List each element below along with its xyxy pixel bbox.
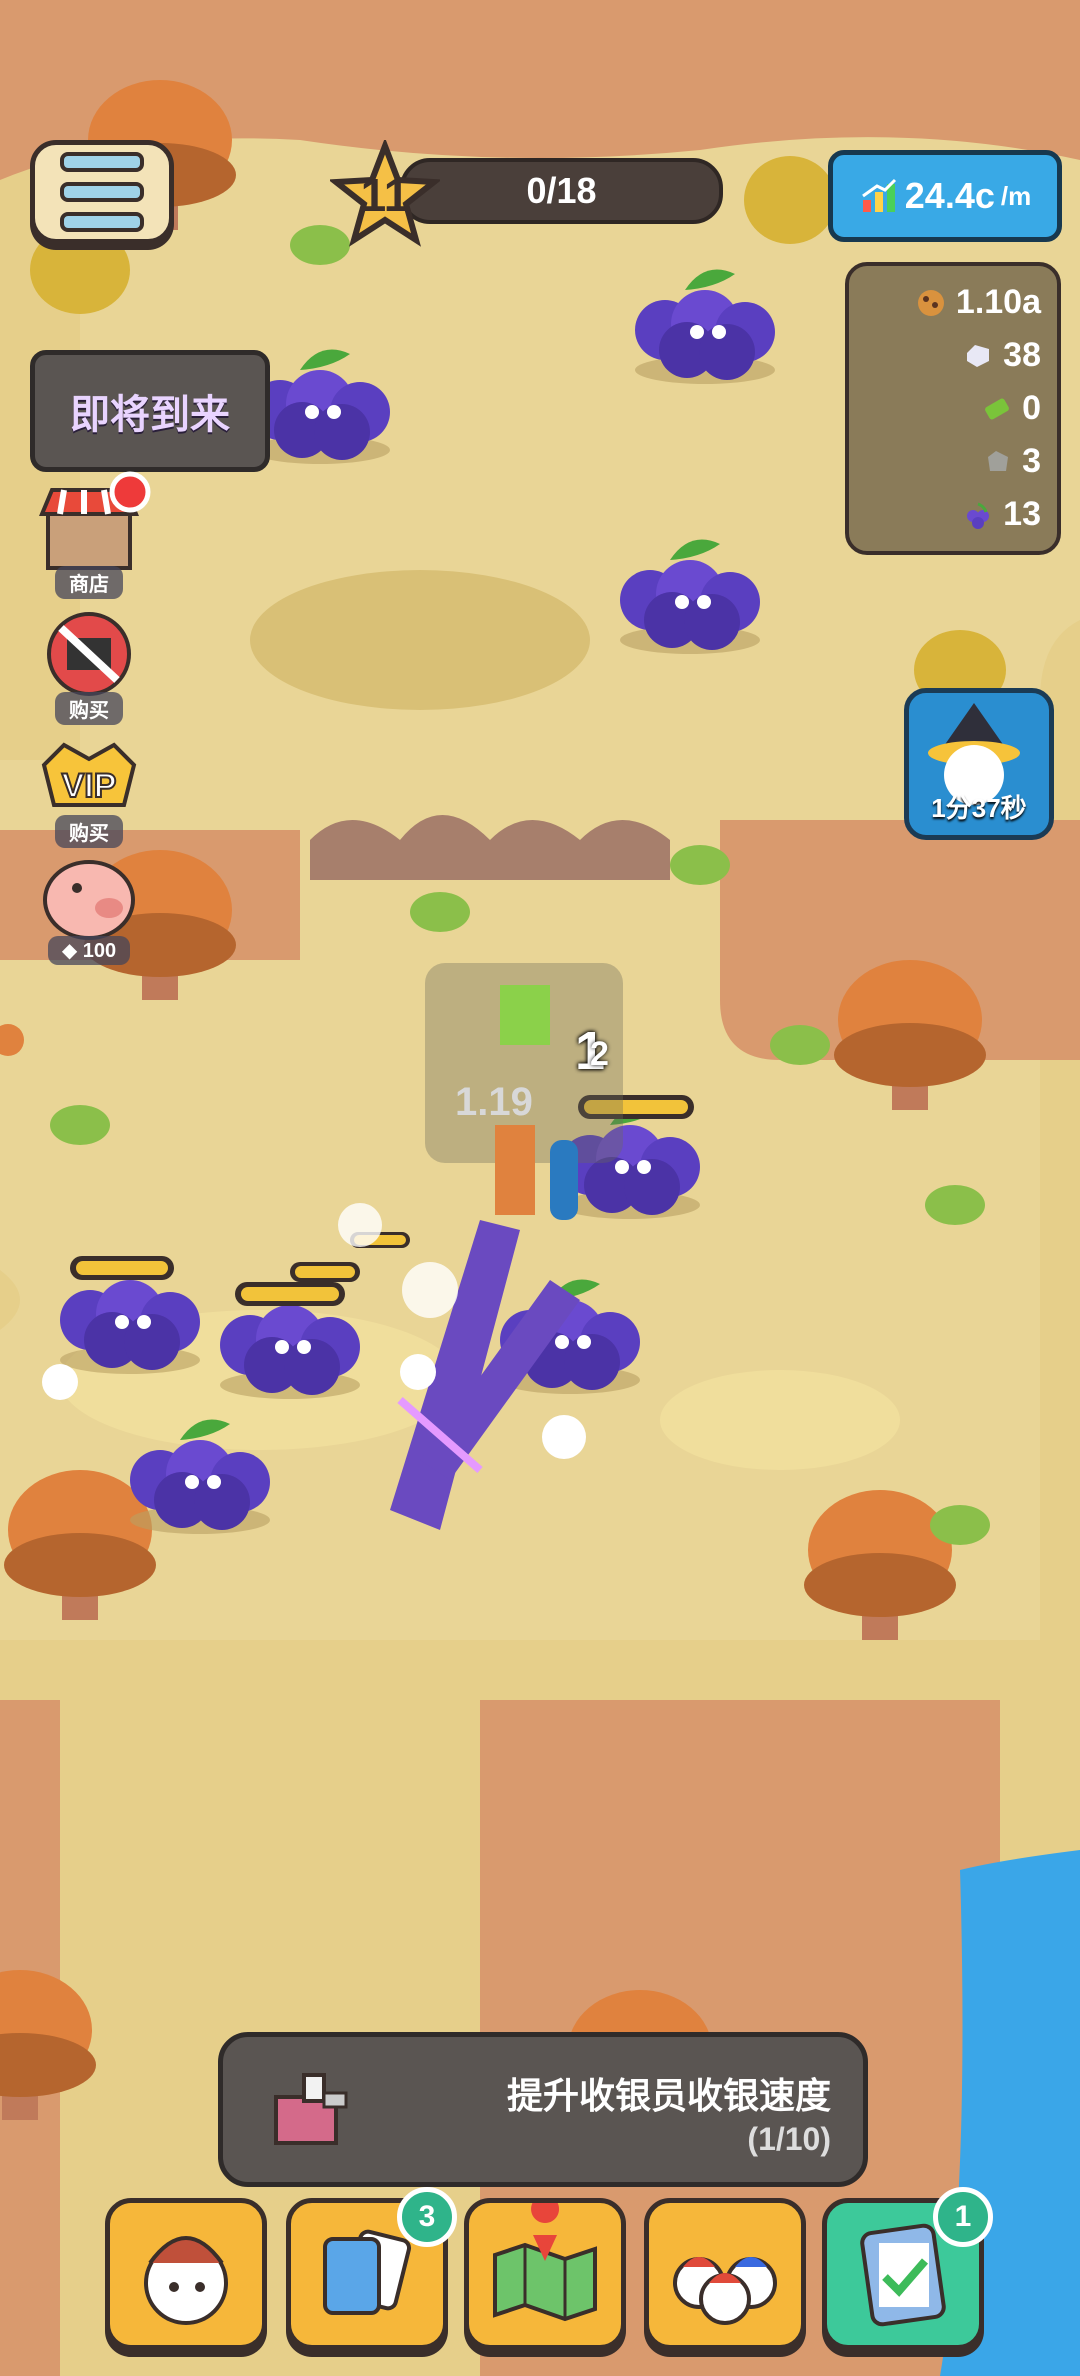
- no-ads-label: 购买: [55, 692, 123, 725]
- income-rate-unit: /m: [1000, 180, 1032, 211]
- nav-characters-button[interactable]: [105, 2198, 267, 2350]
- shop-button[interactable]: 商店: [34, 471, 151, 599]
- piggy-bank-icon: [43, 860, 135, 940]
- cards-badge: 3: [397, 2187, 457, 2247]
- alert-dot-icon: [109, 471, 151, 513]
- income-rate-value: 24.4c: [904, 175, 995, 216]
- cash-register-icon: [274, 2073, 348, 2145]
- gem-icon: [967, 344, 990, 367]
- task-banner[interactable]: 提升收银员收银速度 (1/10): [218, 2032, 868, 2187]
- resource-panel: 1.10a 38 0 3 13: [845, 262, 1061, 555]
- income-rate-button[interactable]: 24.4c/m: [828, 150, 1062, 242]
- hero-timer-button[interactable]: 1分37秒: [904, 688, 1054, 840]
- growth-chart-icon: [861, 178, 896, 212]
- piggy-bank-button[interactable]: ◆ 100: [34, 852, 144, 965]
- character-icon: [144, 2236, 228, 2325]
- menu-icon: [60, 152, 144, 172]
- task-count: (1/10): [747, 2121, 831, 2157]
- nav-tasks-button[interactable]: 1: [822, 2187, 993, 2350]
- coming-soon-label: 即将到来: [70, 393, 230, 437]
- tasks-badge: 1: [933, 2187, 993, 2247]
- resource-stone: 3: [849, 435, 1057, 488]
- damage-number-small: 2: [590, 1035, 609, 1073]
- vip-icon: VIP: [41, 742, 137, 807]
- level-number: 11: [360, 169, 410, 221]
- floating-value: 1.19: [455, 1080, 533, 1124]
- gem-icon: ◆: [61, 940, 78, 962]
- shop-label: 商店: [55, 566, 123, 599]
- nav-cards-button[interactable]: 3: [286, 2187, 457, 2350]
- menu-button[interactable]: [30, 140, 174, 244]
- nav-map-button[interactable]: [464, 2195, 626, 2350]
- level-progress: 0/18 11: [330, 140, 725, 247]
- piggy-bank-value: 100: [82, 940, 117, 962]
- grape-icon: [967, 502, 990, 529]
- hero-timer-label: 1分37秒: [931, 793, 1027, 823]
- level-progress-text: 0/18: [400, 158, 723, 224]
- vip-button[interactable]: VIP 购买: [34, 735, 144, 848]
- vip-label: 购买: [55, 815, 123, 848]
- nav-staff-button[interactable]: [644, 2198, 806, 2350]
- cookie-icon: [917, 289, 944, 316]
- svg-text:VIP: VIP: [62, 767, 117, 805]
- no-ads-button[interactable]: 购买: [34, 608, 144, 725]
- resource-gem: 38: [849, 329, 1057, 382]
- staff-icon: [673, 2257, 777, 2325]
- task-title: 提升收银员收银速度: [506, 2075, 831, 2116]
- coming-soon-button[interactable]: 即将到来: [30, 350, 270, 472]
- resource-cookie: 1.10a: [849, 276, 1057, 329]
- stone-icon: [988, 450, 1009, 471]
- resource-cash: 0: [849, 382, 1057, 435]
- map-icon: [493, 2195, 597, 2322]
- resource-grape: 13: [849, 488, 1057, 541]
- cash-icon: [985, 398, 1010, 419]
- no-ads-icon: [47, 612, 131, 696]
